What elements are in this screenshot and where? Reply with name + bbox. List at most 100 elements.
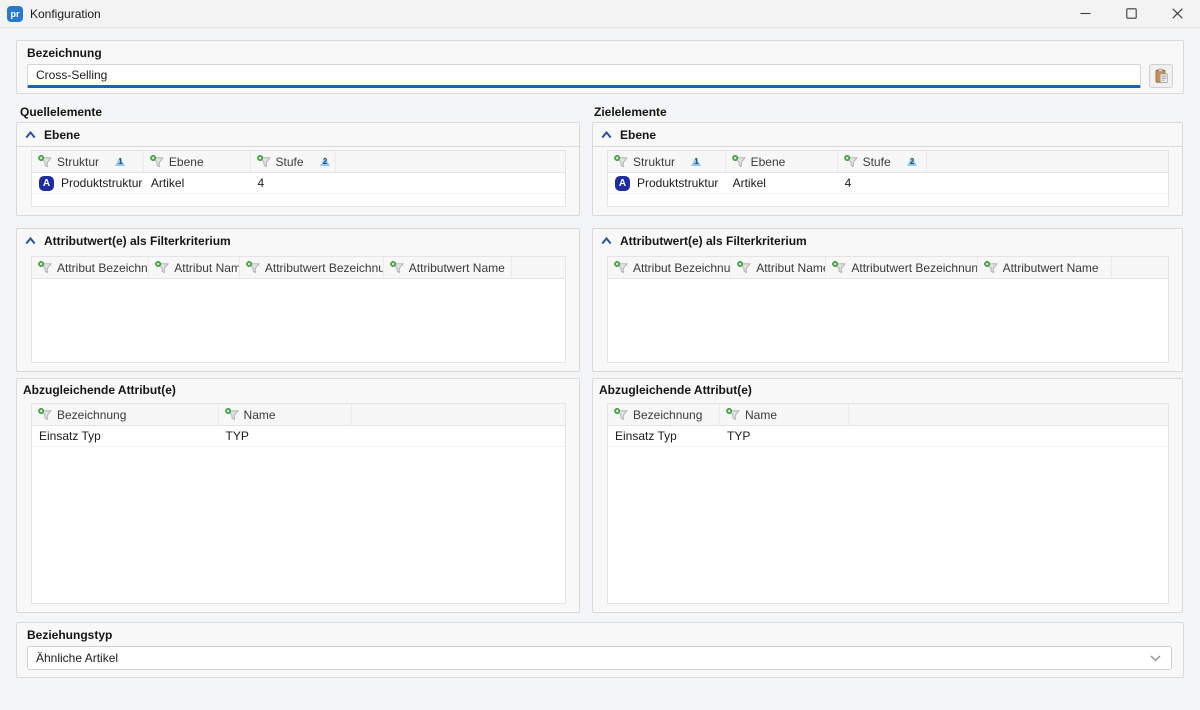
source-match-section: Abzugleichende Attribut(e) Bezeichnung N…: [16, 378, 580, 613]
source-ebene-row[interactable]: AProduktstruktur Artikel 4: [32, 173, 565, 194]
cell-struktur: Produktstruktur: [637, 176, 718, 190]
filter-funnel-icon[interactable]: [832, 261, 846, 274]
bezeichnung-label: Bezeichnung: [17, 41, 1183, 60]
column-header-stufe[interactable]: Stufe 2: [251, 151, 336, 172]
minimize-button[interactable]: [1062, 0, 1108, 27]
beziehungstyp-select[interactable]: Ähnliche Artikel: [27, 646, 1172, 670]
column-header-attribut-name[interactable]: Attribut Name: [731, 257, 826, 278]
cell-struktur: Produktstruktur: [61, 176, 142, 190]
column-label: Name: [745, 408, 777, 422]
artikel-icon: A: [39, 176, 54, 191]
filter-funnel-icon[interactable]: [984, 261, 998, 274]
source-filter-section-header[interactable]: Attributwert(e) als Filterkriterium: [17, 229, 579, 253]
column-header-name[interactable]: Name: [720, 404, 849, 425]
filter-funnel-icon[interactable]: [737, 261, 751, 274]
filter-funnel-icon[interactable]: [150, 155, 164, 168]
sort-ascending-icon: 2: [319, 156, 332, 167]
bezeichnung-input[interactable]: [27, 64, 1141, 88]
target-ebene-section: Ebene Struktur 1 Ebene Stufe 2 AProdukts…: [592, 122, 1183, 216]
target-filter-section: Attributwert(e) als Filterkriterium Attr…: [592, 228, 1183, 372]
target-ebene-section-header[interactable]: Ebene: [593, 123, 1182, 147]
filter-funnel-icon[interactable]: [732, 155, 746, 168]
column-header-bezeichnung[interactable]: Bezeichnung: [32, 404, 219, 425]
column-header-attributwert-bezeichnung[interactable]: Attributwert Bezeichnung: [240, 257, 384, 278]
column-label: Attributwert Name: [1003, 261, 1099, 275]
maximize-icon: [1126, 8, 1137, 19]
filter-funnel-icon[interactable]: [614, 261, 628, 274]
column-label: Stufe: [276, 155, 304, 169]
source-filter-section: Attributwert(e) als Filterkriterium Attr…: [16, 228, 580, 372]
target-title: Zielelemente: [594, 105, 667, 119]
source-ebene-table: Struktur 1 Ebene Stufe 2 A Produktstruktu…: [31, 150, 566, 207]
section-title: Attributwert(e) als Filterkriterium: [44, 234, 231, 248]
column-header-attributwert-bezeichnung[interactable]: Attributwert Bezeichnung: [826, 257, 977, 278]
column-header-filler: [512, 257, 565, 278]
sort-ascending-icon: 1: [114, 156, 127, 167]
filter-funnel-icon[interactable]: [844, 155, 858, 168]
filter-funnel-icon[interactable]: [614, 408, 628, 421]
close-button[interactable]: [1154, 0, 1200, 27]
filter-funnel-icon[interactable]: [726, 408, 740, 421]
cell-bezeichnung: Einsatz Typ: [32, 426, 219, 446]
filter-funnel-icon[interactable]: [390, 261, 404, 274]
column-label: Attributwert Bezeichnung: [265, 261, 384, 275]
source-match-section-label: Abzugleichende Attribut(e): [17, 379, 579, 401]
column-header-attributwert-name[interactable]: Attributwert Name: [978, 257, 1112, 278]
filter-funnel-icon[interactable]: [246, 261, 260, 274]
chevron-down-icon: [1150, 655, 1161, 662]
close-icon: [1172, 8, 1183, 19]
column-header-attributwert-name[interactable]: Attributwert Name: [384, 257, 512, 278]
column-label: Attribut Name: [756, 261, 826, 275]
window-title: Konfiguration: [30, 7, 101, 21]
section-title: Ebene: [44, 128, 80, 142]
filter-funnel-icon[interactable]: [155, 261, 169, 274]
source-match-table: Bezeichnung Name Einsatz Typ TYP: [31, 403, 566, 604]
column-header-filler: [352, 404, 565, 425]
filter-funnel-icon[interactable]: [38, 155, 52, 168]
column-label: Ebene: [169, 155, 204, 169]
source-ebene-section-header[interactable]: Ebene: [17, 123, 579, 147]
bezeichnung-group: Bezeichnung: [16, 40, 1184, 94]
column-header-attribut-name[interactable]: Attribut Name: [149, 257, 240, 278]
filter-funnel-icon[interactable]: [38, 261, 52, 274]
app-icon: pr: [7, 6, 23, 22]
chevron-up-icon: [25, 237, 36, 245]
clipboard-paste-icon: [1153, 68, 1169, 84]
column-header-attribut-bezeichnung[interactable]: Attribut Bezeichnung: [32, 257, 149, 278]
column-header-ebene[interactable]: Ebene: [726, 151, 838, 172]
column-header-struktur[interactable]: Struktur 1: [32, 151, 144, 172]
column-header-filler: [1112, 257, 1168, 278]
target-ebene-row[interactable]: AProduktstruktur Artikel 4: [608, 173, 1168, 194]
minimize-icon: [1080, 8, 1091, 19]
column-label: Name: [244, 408, 276, 422]
filter-funnel-icon[interactable]: [225, 408, 239, 421]
column-header-attribut-bezeichnung[interactable]: Attribut Bezeichnung: [608, 257, 731, 278]
source-filter-table: Attribut Bezeichnung Attribut Name Attri…: [31, 256, 566, 363]
filter-funnel-icon[interactable]: [257, 155, 271, 168]
column-header-struktur[interactable]: Struktur 1: [608, 151, 726, 172]
column-header-name[interactable]: Name: [219, 404, 352, 425]
target-match-section: Abzugleichende Attribut(e) Bezeichnung N…: [592, 378, 1183, 613]
source-match-row[interactable]: Einsatz Typ TYP: [32, 426, 565, 447]
filter-funnel-icon[interactable]: [614, 155, 628, 168]
chevron-up-icon: [601, 131, 612, 139]
beziehungstyp-group: Beziehungstyp Ähnliche Artikel: [16, 622, 1184, 678]
titlebar: pr Konfiguration: [0, 0, 1200, 28]
column-label: Attribut Bezeichnung: [633, 261, 731, 275]
section-title: Ebene: [620, 128, 656, 142]
paste-button[interactable]: [1149, 64, 1173, 88]
target-match-section-label: Abzugleichende Attribut(e): [593, 379, 1182, 401]
column-header-stufe[interactable]: Stufe 2: [838, 151, 928, 172]
chevron-up-icon: [601, 237, 612, 245]
column-header-ebene[interactable]: Ebene: [144, 151, 251, 172]
column-label: Struktur: [57, 155, 99, 169]
target-match-row[interactable]: Einsatz Typ TYP: [608, 426, 1168, 447]
sort-ascending-icon: 1: [690, 156, 703, 167]
target-filter-section-header[interactable]: Attributwert(e) als Filterkriterium: [593, 229, 1182, 253]
window-controls: [1062, 0, 1200, 27]
column-label: Ebene: [751, 155, 786, 169]
section-title: Attributwert(e) als Filterkriterium: [620, 234, 807, 248]
column-header-bezeichnung[interactable]: Bezeichnung: [608, 404, 720, 425]
maximize-button[interactable]: [1108, 0, 1154, 27]
filter-funnel-icon[interactable]: [38, 408, 52, 421]
